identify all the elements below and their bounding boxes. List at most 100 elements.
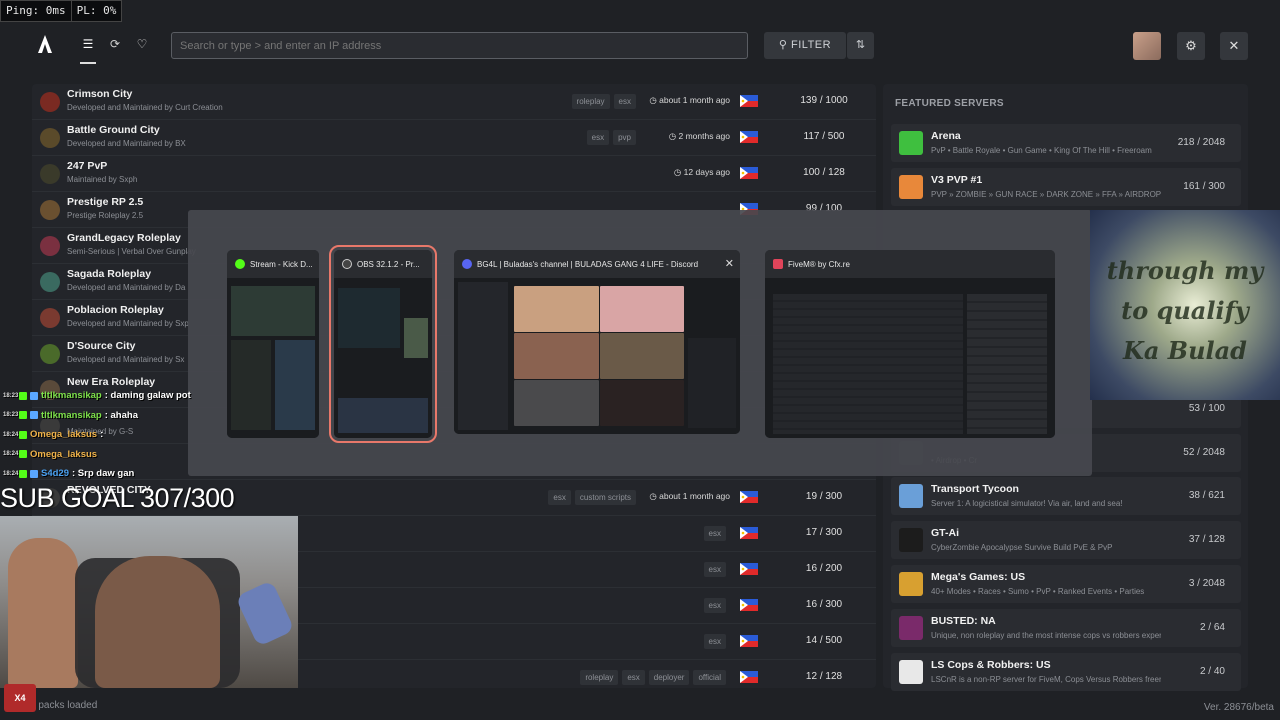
video-grid <box>514 286 684 426</box>
chat-time: 18:24 <box>3 451 19 458</box>
philippines-flag-icon <box>740 167 758 179</box>
player-count: 19 / 300 <box>805 491 843 502</box>
discord-icon <box>462 259 472 269</box>
server-tags: esx custom scripts <box>548 490 636 505</box>
kick-badge-icon <box>19 469 27 478</box>
featured-server-name: GT-Ai <box>931 527 959 539</box>
server-icon <box>40 272 60 292</box>
chat-text: : Srp daw gan <box>72 468 135 480</box>
featured-server-icon <box>899 572 923 596</box>
clock-icon: ◷ <box>649 95 660 105</box>
server-icon <box>40 92 60 112</box>
server-icon <box>40 308 60 328</box>
meme-text-line: to qualify <box>1121 296 1249 325</box>
server-name: Sagada Roleplay <box>67 268 152 280</box>
server-name: GrandLegacy Roleplay <box>67 232 181 244</box>
window-thumb-discord[interactable]: BG4L | Buladas's channel | BULADAS GANG … <box>454 250 740 434</box>
featured-server-description: 40+ Modes • Races • Sumo • PvP • Ranked … <box>931 587 1145 596</box>
window-thumb-obs[interactable]: OBS 32.1.2 - Pr... <box>329 245 437 443</box>
chat-username: S4d29 <box>41 468 69 480</box>
featured-player-count: 2 / 40 <box>1199 666 1225 677</box>
last-updated: ◷ about 1 month ago <box>649 95 730 106</box>
top-bar: ☰ ⟳ ♡ ⚲ FILTER ⇅ ⚙ ✕ <box>0 0 1280 84</box>
chat-message: 18:24 S4d29 : Srp daw gan <box>0 464 240 484</box>
filter-button[interactable]: ⚲ FILTER <box>764 32 846 59</box>
fivem-logo-icon[interactable] <box>36 34 54 54</box>
featured-player-count: 218 / 2048 <box>1177 137 1225 148</box>
server-icon <box>40 344 60 364</box>
window-thumb-fivem[interactable]: FiveM® by Cfx.re <box>765 250 1055 438</box>
window-preview <box>334 278 432 438</box>
server-tag: roleplay <box>580 670 619 685</box>
server-tag: esx <box>622 670 645 685</box>
philippines-flag-icon <box>740 95 758 107</box>
featured-server-row[interactable]: LS Cops & Robbers: US LSCnR is a non-RP … <box>891 653 1241 691</box>
subscriber-badge-icon <box>30 411 38 420</box>
window-title: OBS 32.1.2 - Pr... <box>357 259 420 269</box>
window-title: BG4L | Buladas's channel | BULADAS GANG … <box>477 259 699 269</box>
chat-username: tltlkmansikap <box>41 409 102 421</box>
server-name: Battle Ground City <box>67 124 160 136</box>
server-list-icon[interactable]: ☰ <box>80 36 96 52</box>
server-tags: esx <box>703 634 726 649</box>
featured-player-count: 52 / 2048 <box>1183 447 1225 458</box>
window-preview <box>227 278 319 438</box>
featured-server-icon <box>899 131 923 155</box>
philippines-flag-icon <box>740 635 758 647</box>
chat-message: 18:23 tltlkmansikap : ahaha <box>0 406 240 426</box>
server-icon <box>40 200 60 220</box>
sort-button[interactable]: ⇅ <box>847 32 874 59</box>
philippines-flag-icon <box>740 671 758 683</box>
window-thumb-kick[interactable]: Stream - Kick D... <box>227 250 319 438</box>
window-close-icon[interactable]: ✕ <box>725 257 734 270</box>
kick-badge-icon <box>19 450 27 459</box>
search-input[interactable] <box>171 32 748 59</box>
featured-server-row[interactable]: GT-Ai CyberZombie Apocalypse Survive Bui… <box>891 521 1241 559</box>
featured-server-row[interactable]: Mega's Games: US 40+ Modes • Races • Sum… <box>891 565 1241 603</box>
user-avatar[interactable] <box>1133 32 1161 60</box>
server-description: Maintained by Sxph <box>67 175 138 184</box>
server-tag: official <box>693 670 726 685</box>
server-tag: esx <box>703 562 726 577</box>
server-tags: esx <box>703 526 726 541</box>
server-icon <box>40 128 60 148</box>
server-tags: esx <box>703 562 726 577</box>
server-row[interactable]: Battle Ground City Developed and Maintain… <box>32 120 876 156</box>
featured-player-count: 37 / 128 <box>1188 534 1225 545</box>
featured-player-count: 3 / 2048 <box>1188 578 1225 589</box>
close-icon[interactable]: ✕ <box>1220 32 1248 60</box>
server-tag: esx <box>548 490 571 505</box>
kick-icon <box>235 259 245 269</box>
kick-badge-icon <box>19 391 27 400</box>
server-row[interactable]: 247 PvP Maintained by Sxph ◷ 12 days ago 10… <box>32 156 876 192</box>
philippines-flag-icon <box>740 491 758 503</box>
server-tag: esx <box>613 94 636 109</box>
featured-server-name: Arena <box>931 130 961 142</box>
featured-server-row[interactable]: Arena PvP • Battle Royale • Gun Game • K… <box>891 124 1241 162</box>
player-count: 16 / 200 <box>805 563 843 574</box>
window-title: FiveM® by Cfx.re <box>788 259 850 269</box>
favorites-icon[interactable]: ♡ <box>134 36 150 52</box>
server-description: Developed and Maintained by Sxp <box>67 319 189 328</box>
player-count: 16 / 300 <box>805 599 843 610</box>
featured-player-count: 38 / 621 <box>1188 490 1225 501</box>
featured-player-count: 2 / 64 <box>1199 622 1225 633</box>
featured-server-row[interactable]: BUSTED: NA Unique, non roleplay and the … <box>891 609 1241 647</box>
meme-text-line: through my <box>1106 256 1264 285</box>
featured-server-row[interactable]: V3 PVP #1 PVP » ZOMBIE » GUN RACE » DARK… <box>891 168 1241 206</box>
server-description: Developed and Maintained by BX <box>67 139 186 148</box>
meme-overlay-image: through my to qualify Ka Bulad <box>1090 210 1280 400</box>
server-icon <box>40 236 60 256</box>
history-icon[interactable]: ⟳ <box>107 36 123 52</box>
chat-time: 18:24 <box>3 431 19 438</box>
server-tag: pvp <box>613 130 636 145</box>
server-description: Developed and Maintained by Da <box>67 283 186 292</box>
server-description: Prestige Roleplay 2.5 <box>67 211 144 220</box>
featured-player-count: 161 / 300 <box>1183 181 1225 192</box>
settings-gear-icon[interactable]: ⚙ <box>1177 32 1205 60</box>
player-count: 14 / 500 <box>805 635 843 646</box>
last-updated: ◷ about 1 month ago <box>649 491 730 502</box>
server-row[interactable]: Crimson City Developed and Maintained by … <box>32 84 876 120</box>
player-count: 17 / 300 <box>805 527 843 538</box>
featured-server-row[interactable]: Transport Tycoon Server 1: A logicistica… <box>891 477 1241 515</box>
